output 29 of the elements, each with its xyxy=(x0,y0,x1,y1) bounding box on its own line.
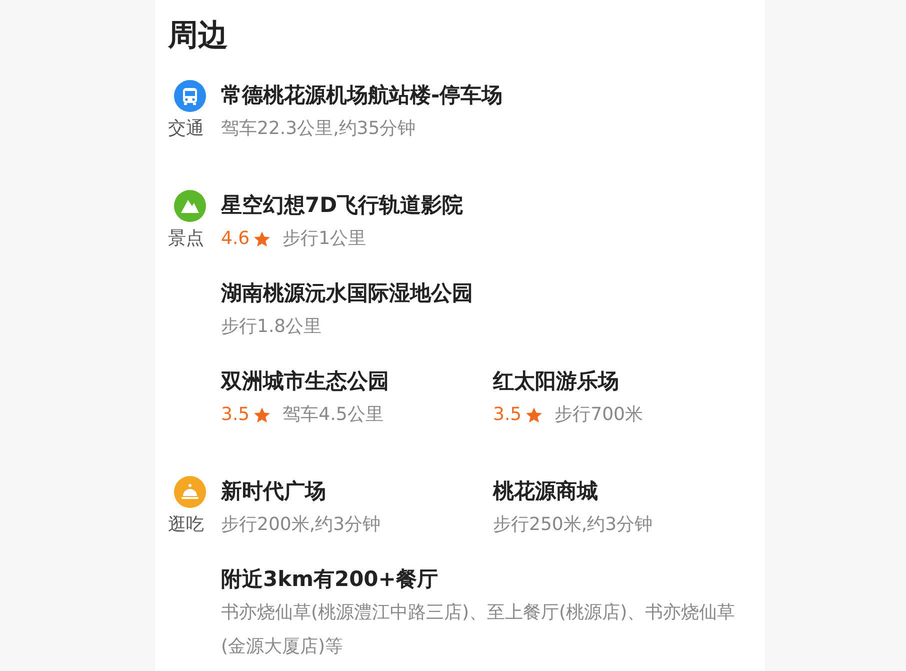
rating: 3.5 xyxy=(493,403,522,427)
category-label: 逛吃 xyxy=(168,513,204,537)
distance: 步行250米,约3分钟 xyxy=(493,513,653,537)
mountain-icon xyxy=(174,190,206,222)
category-label: 交通 xyxy=(168,117,204,141)
restaurant-list: 书亦烧仙草(桃源澧江中路三店)、至上餐厅(桃源店)、书亦烧仙草(金源大厦店)等 xyxy=(221,596,741,664)
distance: 步行200米,约3分钟 xyxy=(221,513,381,537)
place-name[interactable]: 常德桃花源机场航站楼-停车场 xyxy=(221,79,765,112)
place-name[interactable]: 红太阳游乐场 xyxy=(493,365,765,398)
distance: 步行1公里 xyxy=(282,227,366,251)
star-icon xyxy=(524,406,543,424)
rating: 4.6 xyxy=(221,227,250,251)
distance: 步行1.8公里 xyxy=(221,315,322,339)
place-name[interactable]: 湖南桃源沅水国际湿地公园 xyxy=(221,277,765,310)
bus-icon xyxy=(174,80,206,112)
star-icon xyxy=(252,406,271,424)
service-bell-icon xyxy=(174,476,206,508)
section-title: 周边 xyxy=(168,17,229,55)
place-name[interactable]: 桃花源商城 xyxy=(493,475,765,508)
place-name[interactable]: 附近3km有200+餐厅 xyxy=(221,563,765,596)
place-name[interactable]: 新时代广场 xyxy=(221,475,493,508)
distance: 驾车22.3公里,约35分钟 xyxy=(221,117,416,141)
distance: 驾车4.5公里 xyxy=(282,403,384,427)
category-label: 景点 xyxy=(168,227,204,251)
place-name[interactable]: 星空幻想7D飞行轨道影院 xyxy=(221,189,765,222)
star-icon xyxy=(252,230,271,248)
place-name[interactable]: 双洲城市生态公园 xyxy=(221,365,493,398)
distance: 步行700米 xyxy=(554,403,643,427)
rating: 3.5 xyxy=(221,403,250,427)
